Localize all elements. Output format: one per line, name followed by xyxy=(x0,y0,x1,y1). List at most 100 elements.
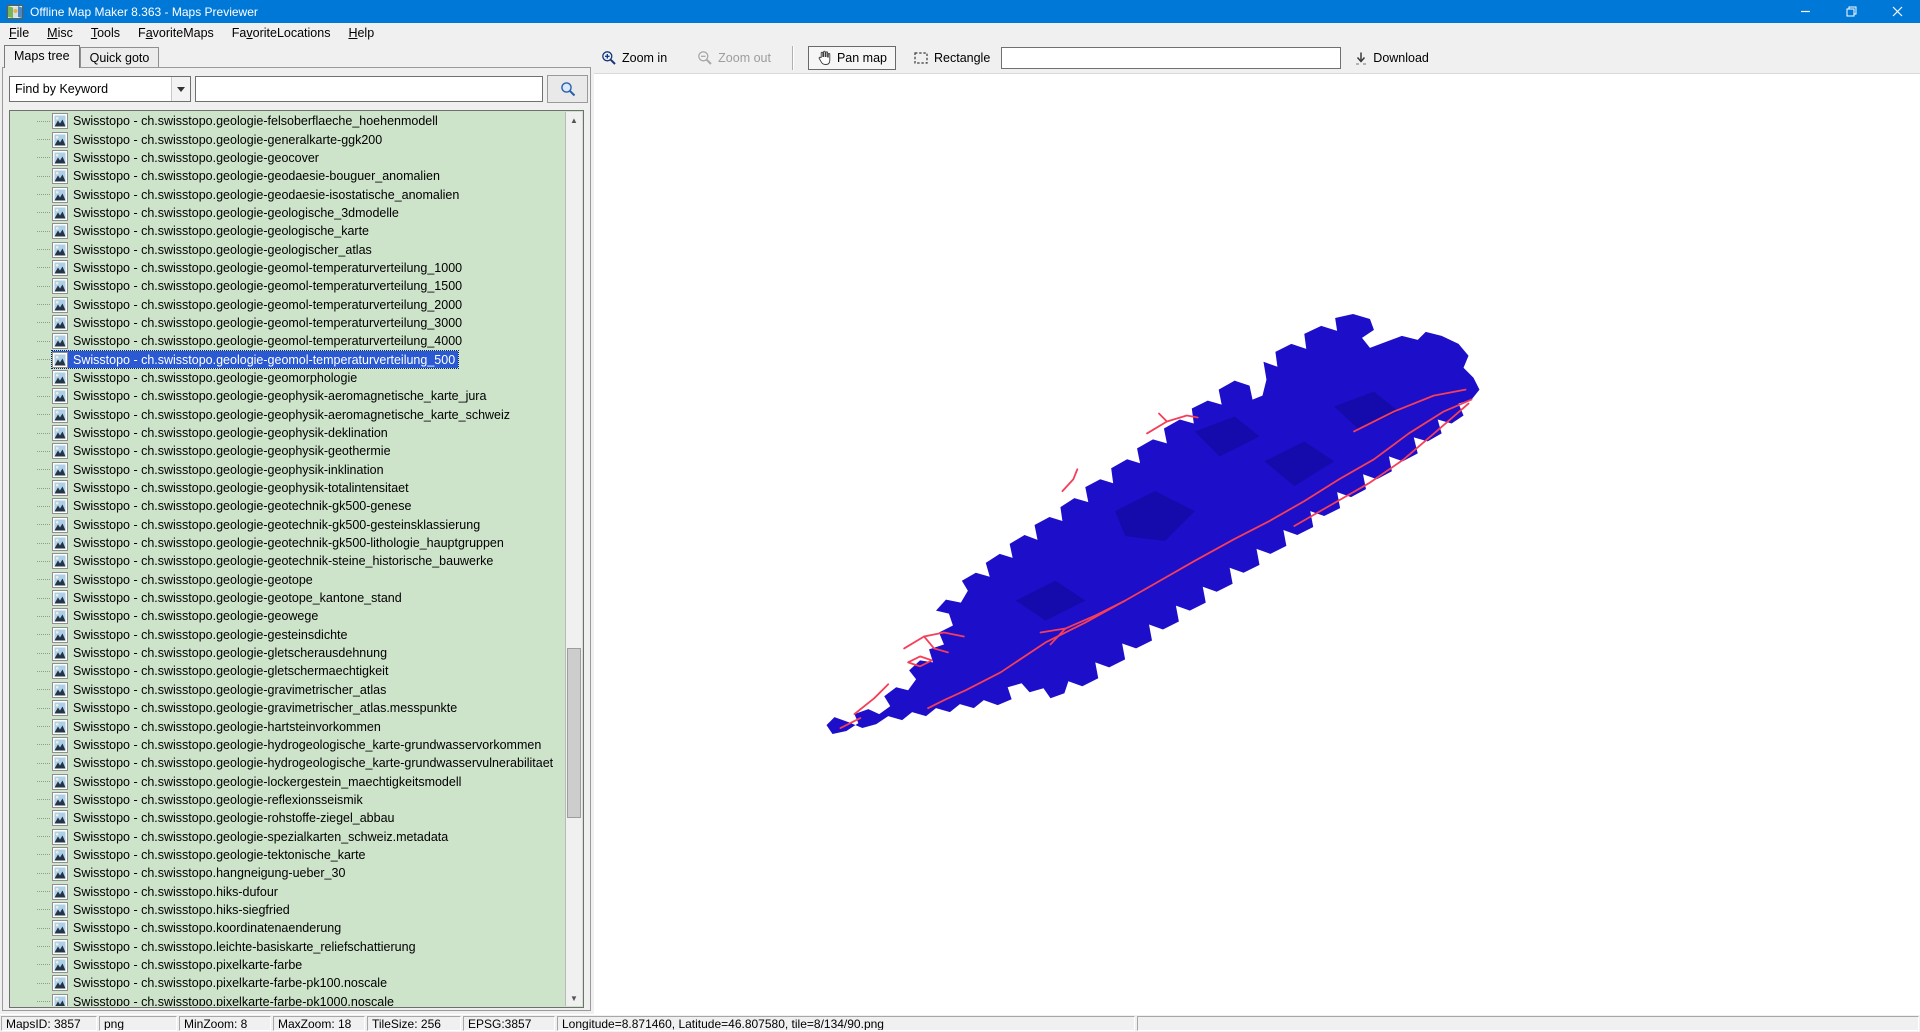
tree-item[interactable]: Swisstopo - ch.swisstopo.geologie-geomol… xyxy=(11,332,565,350)
tree-item[interactable]: Swisstopo - ch.swisstopo.geologie-tekton… xyxy=(11,846,565,864)
tree-item[interactable]: Swisstopo - ch.swisstopo.geologie-rohsto… xyxy=(11,809,565,827)
dropdown-arrow-button[interactable] xyxy=(171,77,190,101)
zoom-out-icon xyxy=(697,50,713,66)
search-mode-dropdown[interactable]: Find by Keyword xyxy=(9,76,191,102)
scrollbar-thumb[interactable] xyxy=(567,648,581,818)
download-icon xyxy=(1354,51,1368,66)
tree-item[interactable]: Swisstopo - ch.swisstopo.geologie-geomol… xyxy=(11,350,565,368)
map-layer-icon xyxy=(52,572,68,588)
tree-item-label: Swisstopo - ch.swisstopo.geologie-locker… xyxy=(73,775,464,789)
tree-item-content: Swisstopo - ch.swisstopo.geologie-gletsc… xyxy=(52,645,390,662)
tree-connector xyxy=(37,891,50,892)
maps-tree-rows: Swisstopo - ch.swisstopo.geologie-felsob… xyxy=(11,112,565,1006)
zoom-out-button[interactable]: Zoom out xyxy=(692,46,776,70)
search-input[interactable] xyxy=(195,76,543,102)
tree-connector xyxy=(37,451,50,452)
close-button[interactable] xyxy=(1874,0,1920,23)
search-button[interactable] xyxy=(547,75,588,103)
tree-item[interactable]: Swisstopo - ch.swisstopo.geologie-geocov… xyxy=(11,149,565,167)
menu-misc[interactable]: Misc xyxy=(38,24,82,42)
tree-item[interactable]: Swisstopo - ch.swisstopo.geologie-hartst… xyxy=(11,717,565,735)
tree-item[interactable]: Swisstopo - ch.swisstopo.geologie-geoweg… xyxy=(11,607,565,625)
tree-item-label: Swisstopo - ch.swisstopo.geologie-geotec… xyxy=(73,518,483,532)
tree-item[interactable]: Swisstopo - ch.swisstopo.geologie-geotec… xyxy=(11,497,565,515)
tree-item[interactable]: Swisstopo - ch.swisstopo.geologie-geodae… xyxy=(11,185,565,203)
tree-item[interactable]: Swisstopo - ch.swisstopo.pixelkarte-farb… xyxy=(11,974,565,992)
tree-item[interactable]: Swisstopo - ch.swisstopo.geologie-geophy… xyxy=(11,424,565,442)
tree-item[interactable]: Swisstopo - ch.swisstopo.geologie-geophy… xyxy=(11,387,565,405)
tree-item[interactable]: Swisstopo - ch.swisstopo.geologie-gestei… xyxy=(11,626,565,644)
tree-item[interactable]: Swisstopo - ch.swisstopo.leichte-basiska… xyxy=(11,937,565,955)
tree-item[interactable]: Swisstopo - ch.swisstopo.geologie-spezia… xyxy=(11,827,565,845)
tree-item[interactable]: Swisstopo - ch.swisstopo.geologie-geotec… xyxy=(11,552,565,570)
tree-item[interactable]: Swisstopo - ch.swisstopo.pixelkarte-farb… xyxy=(11,993,565,1007)
tree-item[interactable]: Swisstopo - ch.swisstopo.hangneigung-ueb… xyxy=(11,864,565,882)
menu-favoritemaps[interactable]: FavoriteMaps xyxy=(129,24,223,42)
tree-item[interactable]: Swisstopo - ch.swisstopo.geologie-reflex… xyxy=(11,791,565,809)
tree-item[interactable]: Swisstopo - ch.swisstopo.geologie-gravim… xyxy=(11,681,565,699)
minimize-button[interactable] xyxy=(1782,0,1828,23)
tree-item[interactable]: Swisstopo - ch.swisstopo.geologie-geolog… xyxy=(11,240,565,258)
tree-item[interactable]: Swisstopo - ch.swisstopo.geologie-geophy… xyxy=(11,461,565,479)
tab-maps-tree[interactable]: Maps tree xyxy=(4,45,80,68)
scroll-up-arrow[interactable]: ▲ xyxy=(566,112,582,128)
tree-item-label: Swisstopo - ch.swisstopo.geologie-gravim… xyxy=(73,683,389,697)
tree-item-label: Swisstopo - ch.swisstopo.geologie-felsob… xyxy=(73,114,441,128)
tree-item[interactable]: Swisstopo - ch.swisstopo.geologie-locker… xyxy=(11,772,565,790)
tree-item[interactable]: Swisstopo - ch.swisstopo.geologie-geophy… xyxy=(11,479,565,497)
tree-item[interactable]: Swisstopo - ch.swisstopo.geologie-geophy… xyxy=(11,442,565,460)
download-range-input[interactable] xyxy=(1001,47,1341,69)
tree-item[interactable]: Swisstopo - ch.swisstopo.geologie-gravim… xyxy=(11,699,565,717)
tree-item[interactable]: Swisstopo - ch.swisstopo.hiks-dufour xyxy=(11,882,565,900)
tree-item[interactable]: Swisstopo - ch.swisstopo.geologie-geomol… xyxy=(11,277,565,295)
tree-item[interactable]: Swisstopo - ch.swisstopo.koordinatenaend… xyxy=(11,919,565,937)
tree-item-label: Swisstopo - ch.swisstopo.geologie-geotec… xyxy=(73,536,507,550)
tree-item[interactable]: Swisstopo - ch.swisstopo.pixelkarte-farb… xyxy=(11,956,565,974)
download-button[interactable]: Download xyxy=(1349,47,1434,70)
tree-item[interactable]: Swisstopo - ch.swisstopo.geologie-geomol… xyxy=(11,259,565,277)
menu-tools[interactable]: Tools xyxy=(82,24,129,42)
map-canvas[interactable] xyxy=(594,74,1920,1014)
zoom-in-button[interactable]: Zoom in xyxy=(596,46,672,70)
tree-item-content: Swisstopo - ch.swisstopo.geologie-geomol… xyxy=(52,351,458,368)
tree-item[interactable]: Swisstopo - ch.swisstopo.geologie-geotop… xyxy=(11,571,565,589)
pan-map-button[interactable]: Pan map xyxy=(808,46,896,70)
tree-item[interactable]: Swisstopo - ch.swisstopo.geologie-geodae… xyxy=(11,167,565,185)
tree-item[interactable]: Swisstopo - ch.swisstopo.geologie-gletsc… xyxy=(11,662,565,680)
tree-item-content: Swisstopo - ch.swisstopo.hiks-dufour xyxy=(52,883,281,900)
chevron-down-icon xyxy=(177,87,185,92)
restore-button[interactable] xyxy=(1828,0,1874,23)
tree-item[interactable]: Swisstopo - ch.swisstopo.geologie-geotop… xyxy=(11,589,565,607)
tree-item[interactable]: Swisstopo - ch.swisstopo.geologie-geotec… xyxy=(11,516,565,534)
tree-item[interactable]: Swisstopo - ch.swisstopo.geologie-geolog… xyxy=(11,204,565,222)
tree-item[interactable]: Swisstopo - ch.swisstopo.geologie-geolog… xyxy=(11,222,565,240)
menu-help[interactable]: Help xyxy=(339,24,383,42)
menu-file[interactable]: File xyxy=(0,24,38,42)
tree-item[interactable]: Swisstopo - ch.swisstopo.geologie-hydrog… xyxy=(11,754,565,772)
scroll-down-arrow[interactable]: ▼ xyxy=(566,990,582,1006)
menu-favoritelocations[interactable]: FavoriteLocations xyxy=(223,24,340,42)
tree-item-content: Swisstopo - ch.swisstopo.hiks-siegfried xyxy=(52,901,293,918)
rectangle-button[interactable]: Rectangle xyxy=(908,46,995,70)
tree-item-content: Swisstopo - ch.swisstopo.geologie-geophy… xyxy=(52,480,412,497)
tree-item[interactable]: Swisstopo - ch.swisstopo.geologie-geophy… xyxy=(11,406,565,424)
tree-item[interactable]: Swisstopo - ch.swisstopo.geologie-geotec… xyxy=(11,534,565,552)
tree-connector xyxy=(37,249,50,250)
tree-connector xyxy=(37,964,50,965)
tree-item[interactable]: Swisstopo - ch.swisstopo.geologie-geomor… xyxy=(11,369,565,387)
tree-scrollbar[interactable]: ▲ ▼ xyxy=(565,112,582,1006)
tree-connector xyxy=(37,708,50,709)
tree-item[interactable]: Swisstopo - ch.swisstopo.geologie-geomol… xyxy=(11,295,565,313)
tree-item-label: Swisstopo - ch.swisstopo.geologie-geomol… xyxy=(73,298,465,312)
tree-item[interactable]: Swisstopo - ch.swisstopo.hiks-siegfried xyxy=(11,901,565,919)
tree-item[interactable]: Swisstopo - ch.swisstopo.geologie-gletsc… xyxy=(11,644,565,662)
tree-item-content: Swisstopo - ch.swisstopo.geologie-geocov… xyxy=(52,149,322,166)
tree-item[interactable]: Swisstopo - ch.swisstopo.geologie-hydrog… xyxy=(11,736,565,754)
map-layer-icon xyxy=(52,810,68,826)
tree-item-content: Swisstopo - ch.swisstopo.geologie-geolog… xyxy=(52,204,402,221)
tree-item[interactable]: Swisstopo - ch.swisstopo.geologie-geomol… xyxy=(11,314,565,332)
tree-item[interactable]: Swisstopo - ch.swisstopo.geologie-genera… xyxy=(11,130,565,148)
tree-item-label: Swisstopo - ch.swisstopo.pixelkarte-farb… xyxy=(73,976,390,990)
tab-quick-goto[interactable]: Quick goto xyxy=(80,47,160,67)
tree-item[interactable]: Swisstopo - ch.swisstopo.geologie-felsob… xyxy=(11,112,565,130)
